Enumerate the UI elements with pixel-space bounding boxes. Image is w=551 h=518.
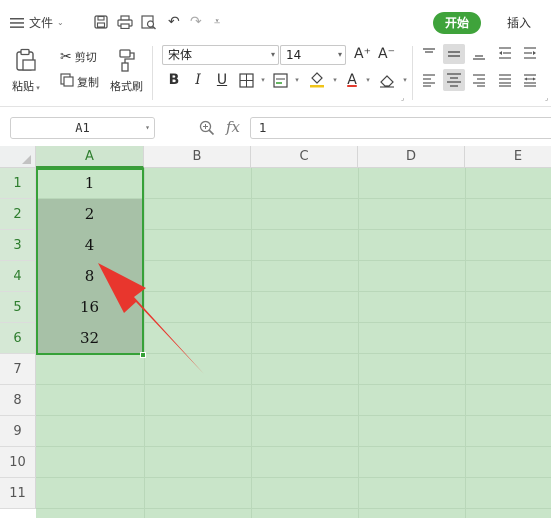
annotation-arrow-icon (98, 263, 204, 374)
